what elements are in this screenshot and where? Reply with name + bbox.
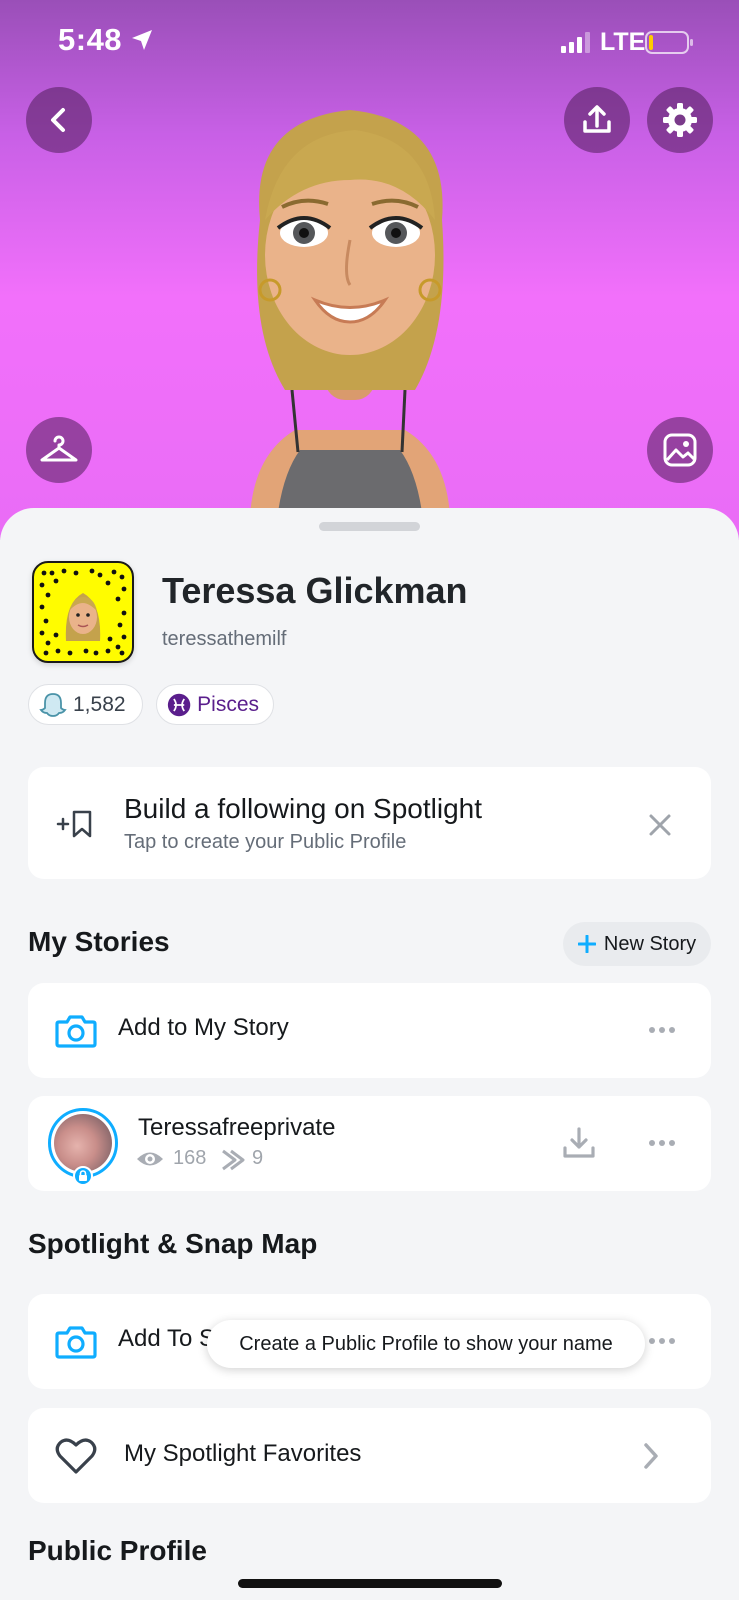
back-button[interactable] [26, 87, 92, 153]
sheet-grabber[interactable] [319, 522, 420, 531]
story-screenshots: 9 [252, 1147, 264, 1169]
promo-title: Build a following on Spotlight [124, 793, 483, 824]
add-to-spotlight-label: Add To S [118, 1325, 215, 1352]
spotlight-map-title: Spotlight & Snap Map [28, 1228, 318, 1259]
settings-button[interactable] [647, 87, 713, 153]
my-stories-title: My Stories [28, 926, 170, 957]
camera-icon [55, 1326, 97, 1359]
new-story-button[interactable]: New Story [563, 922, 711, 966]
story-name: Teressafreeprivate [138, 1114, 336, 1141]
story-thumbnail-image [54, 1114, 112, 1172]
snap-score: 1,582 [73, 692, 126, 716]
screenshot-arrows-icon [222, 1149, 245, 1171]
add-to-my-story-row[interactable]: Add to My Story [28, 983, 711, 1078]
more-icon[interactable] [649, 1338, 675, 1344]
location-arrow-icon [132, 30, 152, 50]
camera-icon [55, 1015, 97, 1048]
signal-icon [561, 32, 590, 53]
plus-icon [577, 935, 596, 953]
public-profile-tooltip[interactable]: Create a Public Profile to show your nam… [207, 1320, 645, 1368]
spotlight-promo-card[interactable]: Build a following on Spotlight Tap to cr… [28, 767, 711, 879]
status-bar: 5:48 LTE [0, 0, 739, 84]
zodiac-label: Pisces [197, 692, 259, 716]
hanger-icon [40, 435, 78, 462]
story-views: 168 [173, 1147, 207, 1169]
chevron-right-icon [644, 1443, 658, 1469]
background-button[interactable] [647, 417, 713, 483]
add-bookmark-icon [56, 810, 92, 838]
bitmoji-avatar [249, 110, 451, 540]
snap-score-pill[interactable]: 1,582 [28, 684, 143, 725]
new-story-label: New Story [603, 932, 697, 955]
zodiac-pill[interactable]: Pisces [156, 684, 274, 725]
display-name: Teressa Glickman [162, 570, 468, 611]
more-icon[interactable] [649, 1140, 675, 1146]
picture-icon [663, 433, 697, 467]
profile-sheet: Teressa Glickman teressathemilf 1,582 Pi… [0, 508, 739, 1600]
more-icon[interactable] [649, 1027, 675, 1033]
chevron-left-icon [51, 108, 65, 132]
upload-icon [583, 105, 611, 133]
bitmoji-hero: 5:48 LTE [0, 0, 739, 540]
add-to-my-story-label: Add to My Story [118, 1014, 289, 1041]
username[interactable]: teressathemilf [162, 628, 287, 651]
snapcode[interactable] [32, 561, 134, 663]
public-profile-title: Public Profile [28, 1535, 207, 1566]
gear-icon [663, 103, 697, 137]
outfit-button[interactable] [26, 417, 92, 483]
status-time: 5:48 [58, 22, 123, 57]
spotlight-favorites-row[interactable]: My Spotlight Favorites [28, 1408, 711, 1503]
lock-badge [73, 1166, 93, 1186]
download-icon[interactable] [562, 1126, 596, 1160]
close-icon[interactable] [648, 813, 672, 837]
share-profile-button[interactable] [564, 87, 630, 153]
heart-icon [55, 1438, 97, 1474]
private-story-row[interactable]: Teressafreeprivate 168 9 [28, 1096, 711, 1191]
pisces-icon [167, 693, 191, 716]
ghost-icon [39, 692, 67, 717]
battery-icon [645, 31, 693, 54]
home-indicator [238, 1579, 502, 1588]
spotlight-favorites-label: My Spotlight Favorites [124, 1440, 362, 1467]
promo-subtitle: Tap to create your Public Profile [124, 831, 407, 853]
eye-icon [137, 1152, 163, 1166]
lock-icon [79, 1170, 87, 1181]
network-label: LTE [600, 28, 646, 56]
snapcode-pattern [39, 568, 127, 656]
